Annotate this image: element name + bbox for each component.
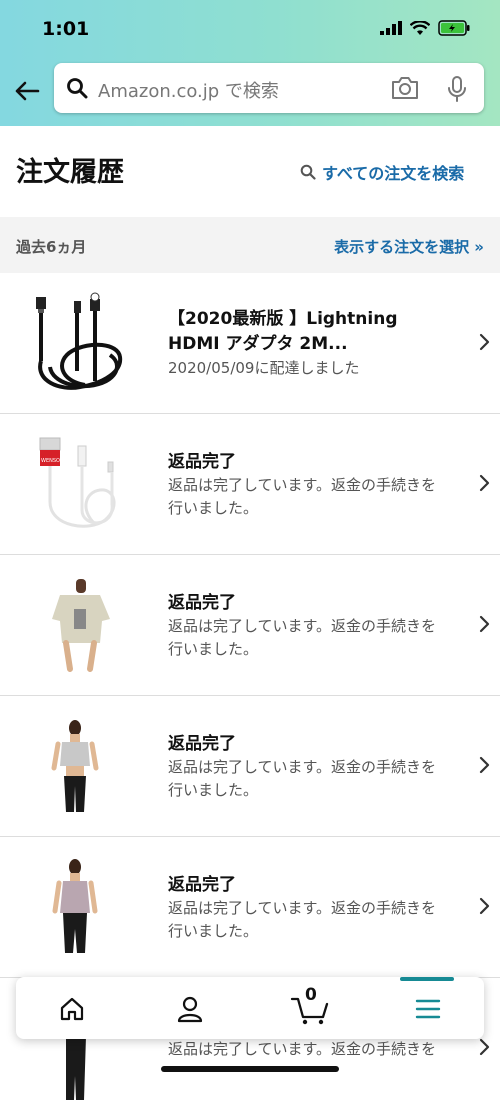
order-row[interactable]: 【2020最新版 】Lightning HDMI アダプタ 2M... 2020… bbox=[0, 273, 500, 414]
product-thumbnail bbox=[36, 292, 123, 390]
nav-account[interactable] bbox=[170, 991, 210, 1027]
account-icon bbox=[177, 996, 203, 1023]
chevron-right-icon bbox=[479, 615, 490, 633]
app-header: 1:01 Amazon.co.jp で検索 bbox=[0, 0, 500, 126]
signal-icon bbox=[380, 21, 402, 35]
filter-period: 過去6ヵ月 bbox=[16, 238, 87, 256]
order-status-line: 返品は完了しています。返金の手続きを bbox=[168, 617, 437, 635]
search-icon bbox=[300, 164, 316, 180]
chevron-right-icon bbox=[479, 333, 490, 351]
wifi-icon bbox=[410, 20, 430, 35]
order-status-line: 返品は完了しています。返金の手続きを bbox=[168, 476, 437, 494]
order-title: 【2020最新版 】Lightning HDMI アダプタ 2M... bbox=[168, 307, 398, 357]
order-status-line: 返品は完了しています。返金の手続きを bbox=[168, 899, 437, 917]
chevron-right-icon bbox=[479, 474, 490, 492]
order-status-text: 返品は完了しています。返金の手続きを 行いました。 bbox=[168, 474, 468, 520]
nav-menu[interactable] bbox=[408, 991, 448, 1027]
order-status-line: 行いました。 bbox=[168, 781, 259, 799]
microphone-icon[interactable] bbox=[446, 75, 468, 103]
order-row[interactable]: 返品完了 返品は完了しています。返金の手続きを 行いました。 bbox=[0, 555, 500, 696]
bottom-nav: 0 bbox=[16, 977, 484, 1039]
order-title-line: 【2020最新版 】Lightning bbox=[168, 309, 398, 329]
search-icon bbox=[67, 78, 88, 99]
product-thumbnail bbox=[52, 859, 98, 953]
nav-home[interactable] bbox=[52, 991, 92, 1027]
order-title: 返品完了 bbox=[168, 452, 236, 472]
search-input[interactable]: Amazon.co.jp で検索 bbox=[54, 63, 484, 113]
search-placeholder: Amazon.co.jp で検索 bbox=[98, 81, 279, 102]
product-thumbnail bbox=[52, 579, 110, 672]
order-status-text: 返品は完了しています。返金の手続きを 行いました。 bbox=[168, 897, 468, 943]
filter-bar: 過去6ヵ月 表示する注文を選択 » bbox=[0, 217, 500, 273]
search-all-orders-link[interactable]: すべての注文を検索 bbox=[300, 160, 464, 184]
nav-cart[interactable]: 0 bbox=[288, 985, 332, 1027]
status-icons bbox=[380, 20, 470, 36]
active-tab-indicator bbox=[400, 977, 454, 981]
product-thumbnail: WENSOS bbox=[39, 437, 116, 528]
filter-select-link[interactable]: 表示する注文を選択 » bbox=[334, 236, 484, 257]
battery-icon bbox=[438, 20, 470, 36]
order-status-line: 返品は完了しています。返金の手続きを bbox=[168, 758, 437, 776]
menu-icon bbox=[415, 999, 441, 1019]
order-row[interactable]: WENSOS 返品完了 返品は完了しています。返金の手続きを 行いました。 bbox=[0, 414, 500, 555]
camera-icon[interactable] bbox=[390, 75, 420, 101]
order-status-line: 行いました。 bbox=[168, 922, 259, 940]
order-status-line: 行いました。 bbox=[168, 499, 259, 517]
order-row[interactable]: 返品完了 返品は完了しています。返金の手続きを 行いました。 bbox=[0, 696, 500, 837]
chevron-right-icon bbox=[479, 756, 490, 774]
chevron-right-icon bbox=[479, 897, 490, 915]
order-status-text: 返品は完了しています。返金の手続きを bbox=[168, 1040, 437, 1058]
order-status-text: 返品は完了しています。返金の手続きを 行いました。 bbox=[168, 615, 468, 661]
order-row[interactable]: 返品完了 返品は完了しています。返金の手続きを 行いました。 bbox=[0, 837, 500, 978]
cart-count: 0 bbox=[305, 985, 317, 1005]
home-indicator bbox=[161, 1066, 339, 1072]
order-status-text: 2020/05/09に配達しました bbox=[168, 359, 360, 377]
back-arrow-icon[interactable] bbox=[12, 76, 42, 106]
home-icon bbox=[60, 997, 84, 1021]
order-title-line: HDMI アダプタ 2M... bbox=[168, 334, 348, 354]
status-time: 1:01 bbox=[42, 18, 90, 40]
order-status-line: 行いました。 bbox=[168, 640, 259, 658]
order-title: 返品完了 bbox=[168, 593, 236, 613]
order-title: 返品完了 bbox=[168, 734, 236, 754]
svg-text:WENSOS: WENSOS bbox=[41, 458, 63, 464]
search-all-label: すべての注文を検索 bbox=[322, 164, 465, 183]
chevron-right-icon bbox=[479, 1038, 490, 1056]
order-status-text: 返品は完了しています。返金の手続きを 行いました。 bbox=[168, 756, 468, 802]
page-title: 注文履歴 bbox=[16, 157, 124, 188]
product-thumbnail bbox=[51, 720, 99, 812]
order-title: 返品完了 bbox=[168, 875, 236, 895]
